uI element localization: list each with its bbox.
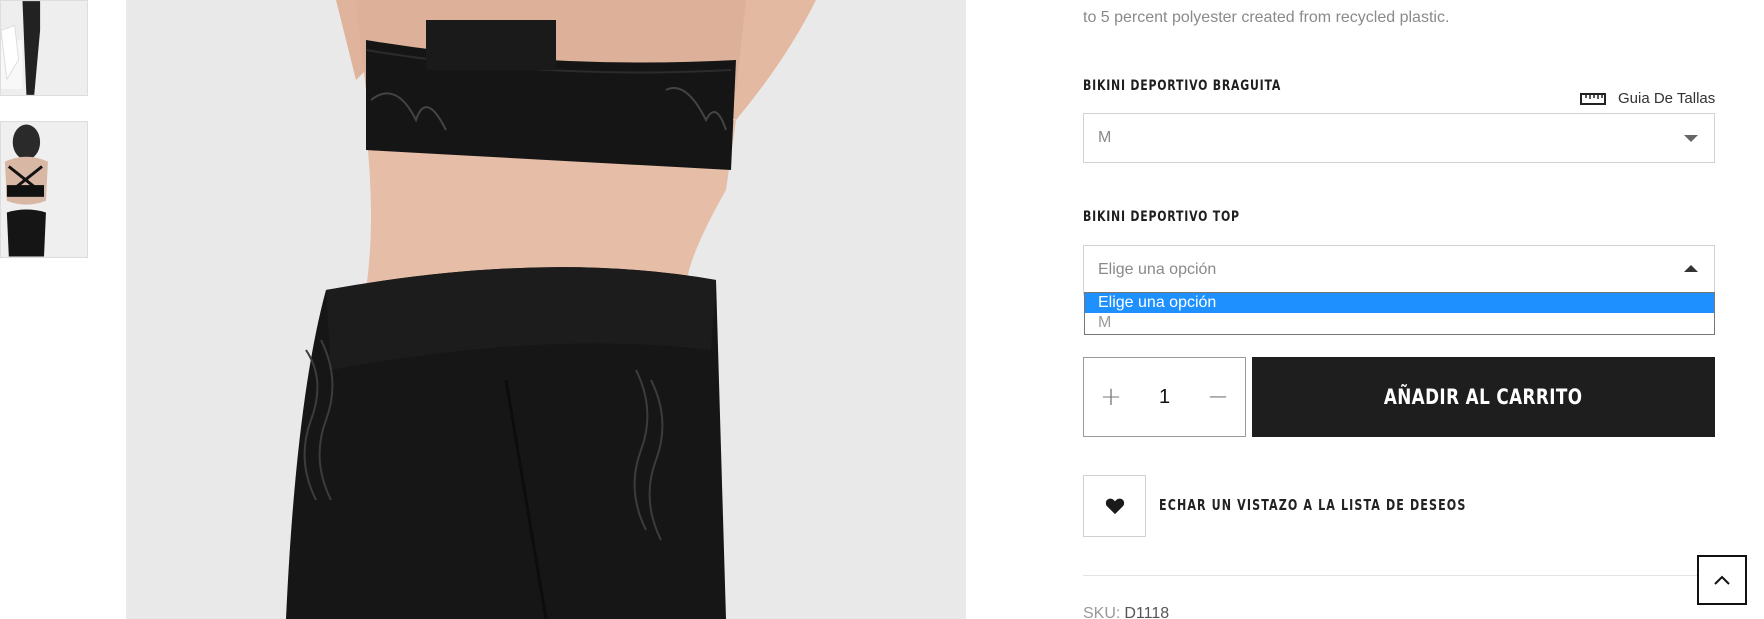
dropdown-option[interactable]: Elige una opción xyxy=(1085,293,1714,313)
sku-label: SKU: xyxy=(1083,605,1121,619)
top-size-dropdown[interactable]: Elige una opción M xyxy=(1084,292,1715,335)
dropdown-option[interactable]: M xyxy=(1085,313,1714,333)
divider xyxy=(1083,575,1715,576)
top-size-select[interactable]: Elige una opción xyxy=(1083,245,1715,295)
chevron-up-icon xyxy=(1714,575,1730,585)
braguita-selected-value: M xyxy=(1098,129,1112,146)
product-thumbnail-back[interactable] xyxy=(0,121,88,258)
sku-value: D1118 xyxy=(1124,605,1170,619)
wishlist-link[interactable]: ECHAR UN VISTAZO A LA LISTA DE DESEOS xyxy=(1159,496,1466,514)
braguita-label: BIKINI DEPORTIVO BRAGUITA xyxy=(1083,78,1282,94)
add-to-cart-button[interactable]: AÑADIR AL CARRITO xyxy=(1252,357,1715,437)
thumbnail-image xyxy=(1,122,87,257)
thumbnail-image xyxy=(1,1,87,95)
chevron-up-icon xyxy=(1684,265,1698,272)
size-guide-link[interactable]: Guia De Tallas xyxy=(1580,90,1715,107)
add-to-cart-label: AÑADIR AL CARRITO xyxy=(1384,385,1583,409)
quantity-stepper: + 1 − xyxy=(1083,357,1246,437)
quantity-decrease-button[interactable]: − xyxy=(1205,382,1231,412)
quantity-increase-button[interactable]: + xyxy=(1098,382,1124,412)
top-label: BIKINI DEPORTIVO TOP xyxy=(1083,209,1240,225)
ruler-icon xyxy=(1580,92,1606,105)
back-to-top-button[interactable] xyxy=(1697,555,1747,605)
chevron-down-icon xyxy=(1684,135,1698,142)
wishlist-button[interactable] xyxy=(1083,475,1146,537)
top-selected-value: Elige una opción xyxy=(1098,261,1217,278)
product-photo xyxy=(126,0,966,619)
heart-icon xyxy=(1105,498,1124,515)
main-product-image[interactable] xyxy=(126,0,966,619)
product-description: to 5 percent polyester created from recy… xyxy=(1083,9,1450,26)
size-guide-label: Guia De Tallas xyxy=(1618,90,1716,107)
product-thumbnail-front[interactable] xyxy=(0,0,88,96)
quantity-input[interactable]: 1 xyxy=(1159,386,1170,409)
sku-row: SKU: D1118 xyxy=(1083,605,1169,619)
braguita-size-select[interactable]: M xyxy=(1083,113,1715,163)
